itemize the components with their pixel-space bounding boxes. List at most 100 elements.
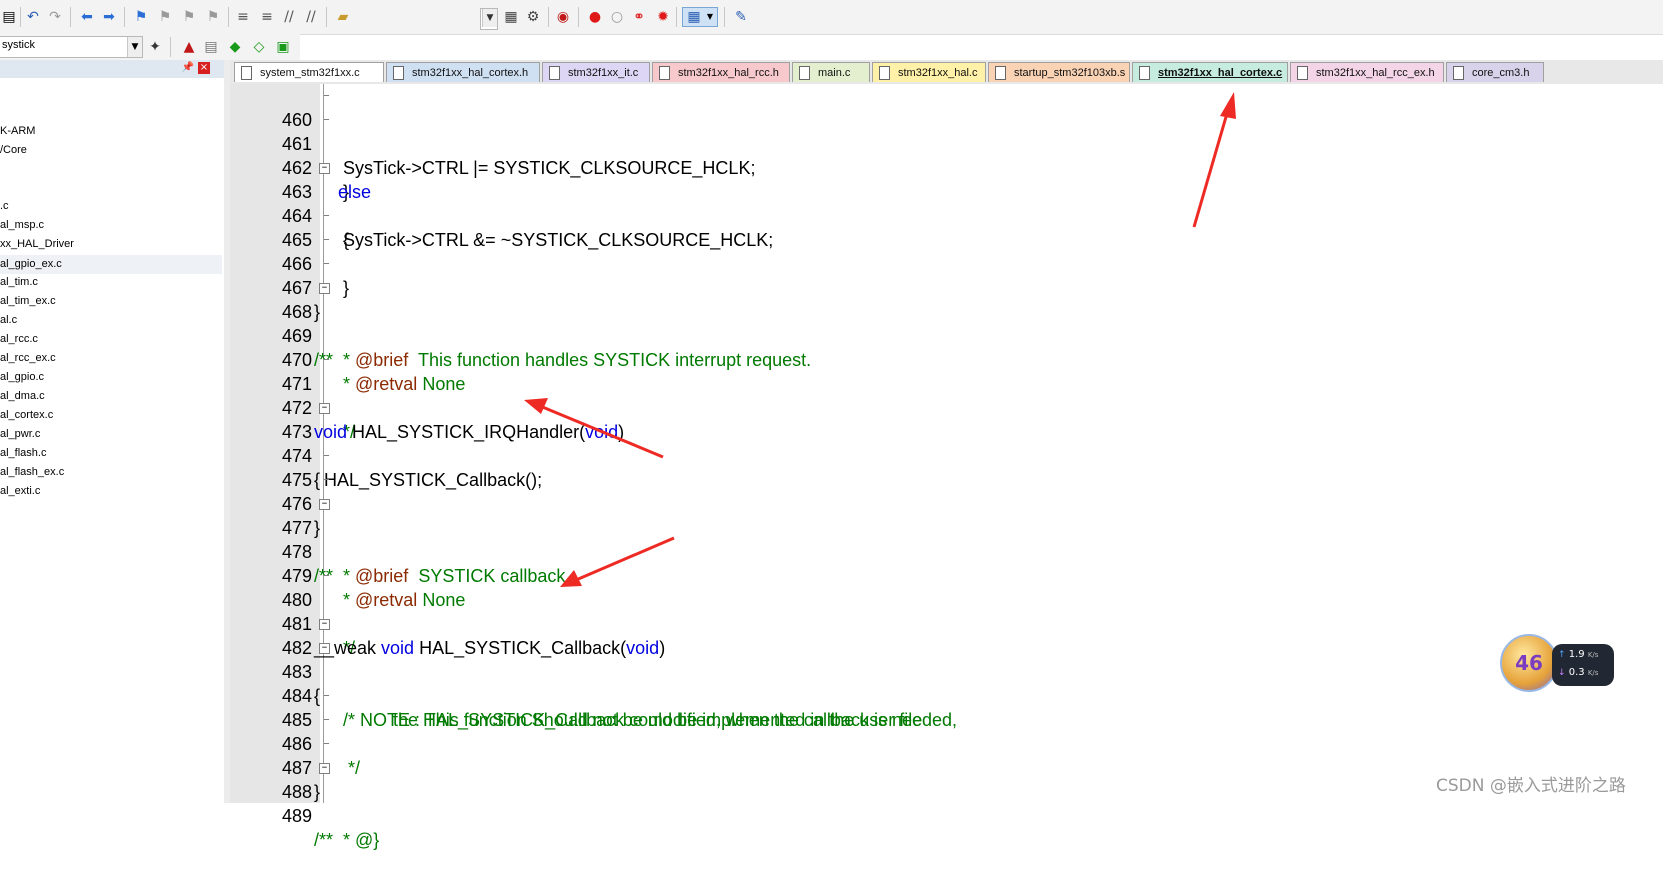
kill-breakpoints-icon[interactable]: ✹ xyxy=(654,8,672,26)
sidebar-item[interactable]: al_tim.c xyxy=(0,276,38,288)
build-target-icon[interactable]: ▲ xyxy=(180,38,198,56)
insert-breakpoint-icon[interactable]: ● xyxy=(586,8,604,26)
tab-system-stm32f1xx-c[interactable]: system_stm32f1xx.c xyxy=(234,62,384,82)
code-line[interactable]: 486 } xyxy=(230,708,1663,802)
code-line[interactable]: 468 − /** xyxy=(230,276,1663,370)
toolbar-separator xyxy=(326,7,327,27)
pack-installer-icon[interactable]: ▣ xyxy=(274,38,292,56)
code-line[interactable]: 487 xyxy=(230,732,1663,778)
forward-icon[interactable]: ➡ xyxy=(100,8,118,26)
tab-startup-stm32f103xb-s[interactable]: startup_stm32f103xb.s xyxy=(988,62,1130,82)
code-line[interactable]: 481 __weak void HAL_SYSTICK_Callback(voi… xyxy=(230,588,1663,658)
magic-wand-icon[interactable]: ✦ xyxy=(146,38,164,56)
chevron-down-icon[interactable]: ▼ xyxy=(127,37,142,57)
uncomment-icon[interactable]: // xyxy=(302,8,320,26)
sidebar-item[interactable]: /Core xyxy=(0,144,27,156)
fold-toggle[interactable]: − xyxy=(319,283,330,294)
code-line[interactable]: 472 void HAL_SYSTICK_IRQHandler(void) xyxy=(230,372,1663,442)
code-line[interactable]: 476 xyxy=(230,468,1663,514)
tab-stm32f1xx-hal-rcc-h[interactable]: stm32f1xx_hal_rcc.h xyxy=(652,62,790,82)
search-input[interactable]: systick ▼ xyxy=(0,36,143,58)
code-line[interactable]: 471 */ xyxy=(230,348,1663,442)
pin-icon[interactable]: 📌 xyxy=(182,62,194,73)
code-line[interactable]: 478 * @brief SYSTICK callback. xyxy=(230,516,1663,586)
clear-bookmarks-icon[interactable]: ⚑ xyxy=(204,8,222,26)
debug-icon[interactable]: ◉ xyxy=(554,8,572,26)
close-icon[interactable]: × xyxy=(198,62,210,74)
code-editor[interactable]: 460 SysTick->CTRL |= SYSTICK_CLKSOURCE_H… xyxy=(230,84,1663,850)
disable-breakpoints-icon[interactable]: ⚭ xyxy=(630,8,648,26)
code-line[interactable]: 484 the HAL_SYSTICK_Callback could be im… xyxy=(230,660,1663,730)
diamond-outline-icon[interactable]: ◇ xyxy=(250,38,268,56)
code-line[interactable]: 482 − { xyxy=(230,612,1663,706)
find-combo[interactable]: ▼ xyxy=(480,8,498,30)
sidebar-item[interactable]: xx_HAL_Driver xyxy=(0,238,74,250)
code-line[interactable]: 467 xyxy=(230,252,1663,298)
code-line[interactable]: 461 } xyxy=(230,108,1663,202)
sidebar-item[interactable]: al_flash_ex.c xyxy=(0,466,64,478)
code-line[interactable]: 469 * @brief This function handles SYSTI… xyxy=(230,300,1663,370)
fold-toggle[interactable]: − xyxy=(319,619,330,630)
enable-breakpoint-icon[interactable]: ○ xyxy=(608,8,626,26)
unindent-icon[interactable]: ≡ xyxy=(258,8,276,26)
sidebar-item[interactable]: al_msp.c xyxy=(0,219,44,231)
sidebar-item[interactable]: al_flash.c xyxy=(0,447,46,459)
comment-icon[interactable]: // xyxy=(280,8,298,26)
tab-stm32f1xx-hal-c[interactable]: stm32f1xx_hal.c xyxy=(872,62,986,82)
sidebar-item[interactable]: al_tim_ex.c xyxy=(0,295,56,307)
code-line[interactable]: 485 */ xyxy=(230,684,1663,778)
code-line[interactable]: 466 } xyxy=(230,228,1663,322)
sidebar-item[interactable]: al_cortex.c xyxy=(0,409,53,421)
save-icon[interactable]: ▤ xyxy=(0,8,18,26)
code-line[interactable]: 465 } xyxy=(230,204,1663,298)
redo-icon[interactable]: ↷ xyxy=(46,8,64,26)
sidebar-item[interactable]: al_pwr.c xyxy=(0,428,40,440)
code-line[interactable]: 477 − /** xyxy=(230,492,1663,586)
prev-bookmark-icon[interactable]: ⚑ xyxy=(156,8,174,26)
find-in-files-icon[interactable]: ▦ xyxy=(502,8,520,26)
code-line[interactable]: 479 * @retval None xyxy=(230,540,1663,610)
tab-stm32f1xx-hal-cortex-c[interactable]: stm32f1xx_hal_cortex.c xyxy=(1132,62,1288,82)
code-line[interactable]: 470 * @retval None xyxy=(230,324,1663,394)
back-icon[interactable]: ⬅ xyxy=(78,8,96,26)
undo-icon[interactable]: ↶ xyxy=(24,8,42,26)
stack-icon[interactable]: ▤ xyxy=(202,38,220,56)
code-line[interactable]: 475 } xyxy=(230,444,1663,538)
open-file-icon[interactable]: ▰ xyxy=(334,8,352,26)
code-line[interactable]: 473 − { xyxy=(230,396,1663,490)
tab-stm32f1xx-hal-cortex-h[interactable]: stm32f1xx_hal_cortex.h xyxy=(386,62,540,82)
fold-toggle[interactable]: − xyxy=(319,403,330,414)
window-button[interactable]: ▦ ▼ xyxy=(682,7,718,27)
fold-toggle[interactable]: − xyxy=(319,499,330,510)
sidebar-item[interactable]: .c xyxy=(0,200,9,212)
fold-toggle[interactable]: − xyxy=(319,163,330,174)
sidebar-item[interactable]: al_rcc_ex.c xyxy=(0,352,56,364)
configure-icon[interactable]: ✎ xyxy=(732,8,750,26)
indent-icon[interactable]: ≡ xyxy=(234,8,252,26)
sidebar-item[interactable]: K-ARM xyxy=(0,125,35,137)
fold-toggle[interactable]: − xyxy=(319,643,330,654)
sidebar-item[interactable]: al_exti.c xyxy=(0,485,40,497)
network-speed-widget[interactable]: 46 ↑ 1.9 K/s ↓ 0.3 K/s xyxy=(1500,628,1620,698)
sidebar-item[interactable]: al.c xyxy=(0,314,17,326)
code-line[interactable]: 474 HAL_SYSTICK_Callback(); xyxy=(230,420,1663,490)
tab-main-c[interactable]: main.c xyxy=(792,62,870,82)
tab-core-cm3-h[interactable]: core_cm3.h xyxy=(1446,62,1544,82)
sidebar-item[interactable]: al_gpio.c xyxy=(0,371,44,383)
fold-toggle[interactable]: − xyxy=(319,763,330,774)
code-line[interactable]: 463 − { xyxy=(230,156,1663,250)
sidebar-item[interactable]: al_dma.c xyxy=(0,390,45,402)
next-bookmark-icon[interactable]: ⚑ xyxy=(180,8,198,26)
tab-stm32f1xx-hal-rcc-ex-h[interactable]: stm32f1xx_hal_rcc_ex.h xyxy=(1290,62,1444,82)
code-line[interactable]: 480 */ xyxy=(230,564,1663,658)
code-line[interactable]: 483 − /* NOTE : This function Should not… xyxy=(230,636,1663,730)
sidebar-item[interactable]: al_rcc.c xyxy=(0,333,38,345)
bookmark-icon[interactable]: ⚑ xyxy=(132,8,150,26)
incremental-find-icon[interactable]: ⚙ xyxy=(524,8,542,26)
tab-stm32f1xx-it-c[interactable]: stm32f1xx_it.c xyxy=(542,62,650,82)
code-line[interactable]: 460 SysTick->CTRL |= SYSTICK_CLKSOURCE_H… xyxy=(230,84,1663,178)
code-line[interactable]: 462 else xyxy=(230,132,1663,202)
code-line[interactable]: 464 SysTick->CTRL &= ~SYSTICK_CLKSOURCE_… xyxy=(230,180,1663,250)
diamond-green-icon[interactable]: ◆ xyxy=(226,38,244,56)
sidebar-item-selected[interactable]: al_gpio_ex.c xyxy=(0,255,222,274)
